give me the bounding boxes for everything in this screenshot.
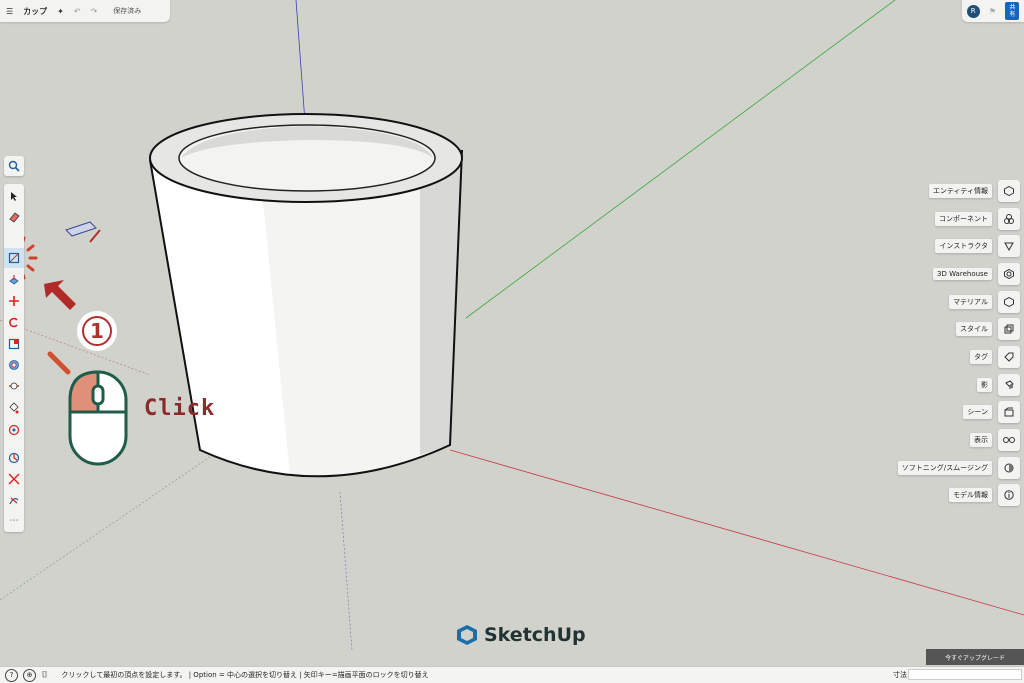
left-toolbar: ⋯ bbox=[4, 184, 24, 532]
panel-model-info[interactable]: モデル情報 bbox=[949, 484, 1020, 506]
status-message: クリックして最初の頂点を設定します。 | Option = 中心の選択を切り替え… bbox=[61, 671, 429, 679]
shadows-icon bbox=[998, 374, 1020, 396]
globe-icon[interactable]: ⊕ bbox=[23, 668, 36, 682]
model-title[interactable]: カップ bbox=[23, 6, 47, 17]
status-bar: ? ⊕ ⌷ クリックして最初の頂点を設定します。 | Option = 中心の選… bbox=[0, 666, 1024, 683]
cup-model[interactable] bbox=[149, 113, 463, 478]
soften-icon bbox=[998, 457, 1020, 479]
sparkle-icon[interactable]: ✦ bbox=[57, 7, 64, 16]
green-axis bbox=[465, 0, 896, 319]
components-icon bbox=[998, 208, 1020, 230]
pointer-arrow-icon bbox=[44, 280, 76, 310]
avatar[interactable]: R bbox=[966, 4, 980, 18]
search-icon bbox=[8, 160, 20, 172]
notification-icon[interactable]: ⚑ bbox=[989, 7, 996, 16]
display-icon bbox=[998, 429, 1020, 451]
rotate-tool[interactable] bbox=[4, 312, 24, 332]
offset-icon bbox=[9, 360, 19, 370]
mouse-icon: ⌷ bbox=[42, 670, 48, 680]
select-arrow-icon bbox=[11, 192, 17, 201]
orbit-tool[interactable] bbox=[4, 420, 24, 440]
styles-icon bbox=[998, 318, 1020, 340]
push-pull-tool[interactable] bbox=[4, 270, 24, 290]
click-annotation: Click bbox=[144, 396, 216, 421]
panel-styles[interactable]: スタイル bbox=[956, 318, 1020, 340]
zoom-extents-icon bbox=[8, 473, 20, 485]
title-bar: ☰ カップ ✦ ↶ ↷ 保存済み bbox=[0, 0, 170, 22]
help-icon[interactable]: ? bbox=[5, 668, 18, 682]
step-number-badge: 1 bbox=[77, 311, 117, 351]
sketchup-logo-icon bbox=[457, 625, 477, 645]
panel-shadows[interactable]: 影 bbox=[977, 374, 1020, 396]
rotate-icon bbox=[9, 317, 18, 328]
panel-entity-info[interactable]: エンティティ情報 bbox=[928, 180, 1020, 202]
push-pull-icon bbox=[9, 275, 19, 285]
eraser-tool[interactable] bbox=[4, 207, 24, 227]
paint-bucket-tool[interactable] bbox=[4, 398, 24, 418]
entity-info-icon bbox=[998, 180, 1020, 202]
sketchup-logo: SketchUp bbox=[456, 624, 586, 646]
panel-3d-warehouse[interactable]: 3D Warehouse bbox=[933, 263, 1020, 285]
panel-materials[interactable]: マテリアル bbox=[949, 291, 1020, 313]
panel-components[interactable]: コンポーネント bbox=[935, 208, 1020, 230]
panel-display[interactable]: 表示 bbox=[970, 429, 1020, 451]
3d-viewport[interactable] bbox=[0, 0, 1024, 683]
undo-icon[interactable]: ↶ bbox=[74, 7, 81, 16]
model-info-icon bbox=[998, 484, 1020, 506]
warehouse-icon bbox=[998, 263, 1020, 285]
top-right-bar: R ⚑ 共 有 bbox=[962, 0, 1024, 22]
redo-icon[interactable]: ↷ bbox=[91, 7, 98, 16]
search-button[interactable] bbox=[4, 156, 24, 176]
section-icon bbox=[8, 452, 20, 464]
panel-soften[interactable]: ソフトニング/スムージング bbox=[897, 457, 1020, 479]
move-icon bbox=[9, 296, 19, 306]
zoom-extents-tool[interactable] bbox=[4, 469, 24, 489]
panel-tags[interactable]: タグ bbox=[970, 346, 1020, 368]
tape-measure-icon bbox=[9, 382, 19, 390]
panel-instructor[interactable]: インストラクタ bbox=[935, 235, 1020, 257]
offset-tool[interactable] bbox=[4, 355, 24, 375]
walk-tool[interactable] bbox=[4, 490, 24, 510]
tape-measure-tool[interactable] bbox=[4, 376, 24, 396]
instructor-icon bbox=[998, 235, 1020, 257]
rectangle-icon bbox=[8, 252, 20, 264]
eraser-icon bbox=[9, 212, 20, 223]
scenes-icon bbox=[998, 401, 1020, 423]
share-button[interactable]: 共 有 bbox=[1005, 2, 1020, 20]
materials-icon bbox=[998, 291, 1020, 313]
blue-axis-dotted bbox=[339, 491, 353, 651]
scale-icon bbox=[8, 338, 20, 350]
mouse-illustration-icon bbox=[47, 351, 128, 466]
scale-tool[interactable] bbox=[4, 334, 24, 354]
panel-scenes[interactable]: シーン bbox=[963, 401, 1020, 423]
select-tool[interactable] bbox=[4, 186, 24, 206]
move-tool[interactable] bbox=[4, 291, 24, 311]
menu-icon[interactable]: ☰ bbox=[6, 7, 13, 16]
green-axis-dotted bbox=[0, 449, 221, 601]
rectangle-tool[interactable] bbox=[4, 248, 24, 268]
orbit-icon bbox=[8, 424, 20, 436]
measurement-label: 寸法 bbox=[893, 671, 907, 679]
paint-bucket-icon bbox=[9, 402, 19, 414]
walk-icon bbox=[9, 497, 19, 505]
measurement-input[interactable] bbox=[908, 669, 1022, 680]
tags-icon bbox=[998, 346, 1020, 368]
section-tool[interactable] bbox=[4, 448, 24, 468]
more-tools-button[interactable]: ⋯ bbox=[4, 511, 24, 531]
upgrade-button[interactable]: 今すぐアップグレード bbox=[926, 649, 1024, 665]
more-icon: ⋯ bbox=[9, 516, 19, 526]
save-status: 保存済み bbox=[113, 7, 142, 15]
pencil-cursor-icon bbox=[65, 221, 101, 243]
